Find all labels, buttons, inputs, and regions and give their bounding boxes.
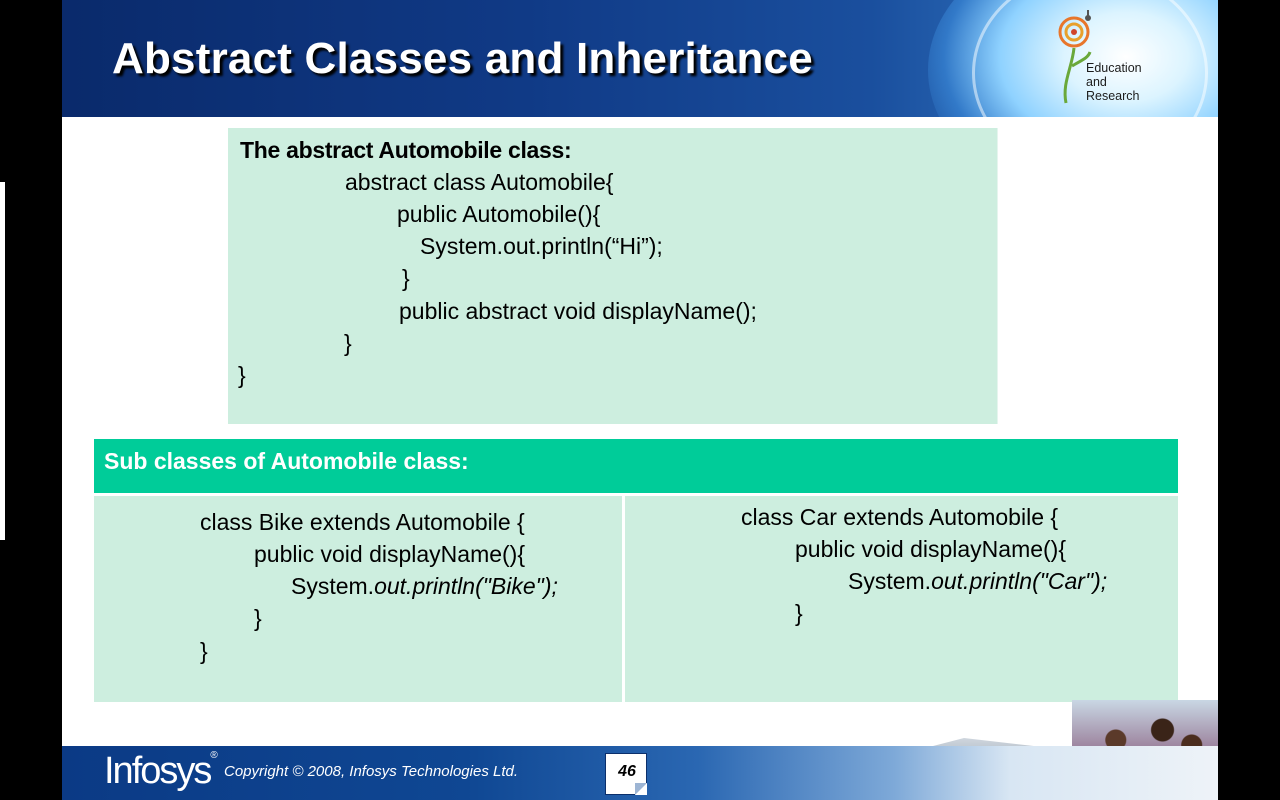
subclasses-heading: Sub classes of Automobile class:: [104, 448, 469, 474]
slide: Abstract Classes and Inheritance Educati…: [62, 0, 1218, 800]
slide-title: Abstract Classes and Inheritance: [112, 34, 813, 83]
copyright-text: Copyright © 2008, Infosys Technologies L…: [224, 763, 519, 780]
left-edge-bar: [0, 182, 5, 540]
slide-header: Abstract Classes and Inheritance Educati…: [62, 0, 1218, 117]
code-line: }: [795, 600, 803, 626]
subclasses-header: Sub classes of Automobile class:: [94, 439, 1178, 493]
car-class-cell: class Car extends Automobile { public vo…: [625, 496, 1178, 702]
page-number-box: 46: [605, 753, 647, 795]
abstract-class-code-box: The abstract Automobile class: abstract …: [228, 128, 998, 424]
slide-footer: Infosys® Copyright © 2008, Infosys Techn…: [62, 746, 1218, 800]
code-line: }: [254, 605, 262, 631]
logo-line: Education: [1086, 61, 1142, 75]
code-line: public abstract void displayName();: [399, 298, 757, 324]
code-line: public Automobile(){: [397, 201, 601, 227]
code-line: }: [238, 362, 246, 388]
code-text: System.: [848, 568, 932, 594]
logo-line: Research: [1086, 89, 1140, 103]
brand-name: Infosys: [104, 750, 212, 792]
code-line: class Bike extends Automobile {: [200, 509, 525, 535]
infosys-logo: Infosys®: [104, 750, 218, 793]
code-line: System.out.println("Car");: [848, 567, 1107, 595]
code-text: System.: [291, 573, 375, 599]
abstract-class-heading: The abstract Automobile class:: [240, 137, 572, 163]
page-fold-icon: [635, 783, 647, 795]
code-text-italic: out.println("Car");: [931, 568, 1108, 594]
bike-class-cell: class Bike extends Automobile { public v…: [94, 496, 622, 702]
code-line: public void displayName(){: [795, 536, 1067, 562]
code-text-italic: out.println("Bike");: [374, 573, 558, 599]
code-line: public void displayName(){: [254, 541, 526, 567]
code-line: }: [344, 330, 352, 356]
code-line: }: [402, 265, 410, 291]
code-line: System.out.println("Bike");: [291, 572, 558, 600]
logo-caption: Education and Research: [1086, 61, 1166, 103]
code-line: System.out.println(“Hi”);: [420, 233, 663, 259]
code-line: class Car extends Automobile {: [741, 504, 1059, 530]
page-number: 46: [618, 763, 636, 780]
code-line: abstract class Automobile{: [345, 169, 614, 195]
code-line: }: [200, 638, 208, 664]
registered-mark: ®: [210, 750, 218, 761]
logo-line: and: [1086, 75, 1107, 89]
